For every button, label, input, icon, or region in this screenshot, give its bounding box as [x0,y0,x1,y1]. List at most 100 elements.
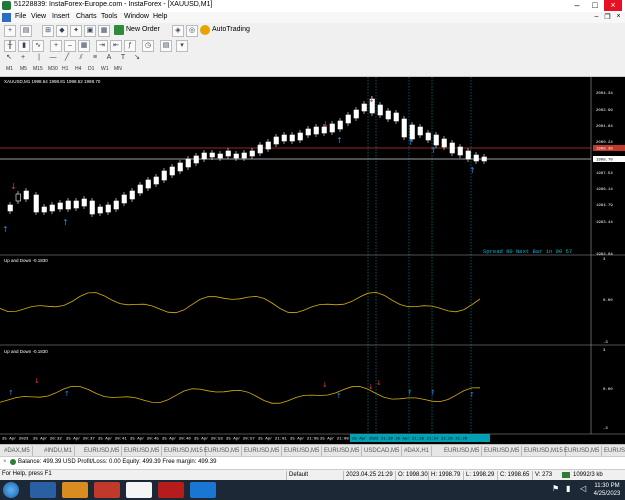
timeframe-m5[interactable]: M5 [20,66,27,72]
chart-tab[interactable]: EURUSD,M15 [522,446,566,456]
sell-arrow-icon: ↓ [368,383,374,391]
crosshair-icon[interactable]: + [18,53,28,63]
taskbar-explorer-icon[interactable] [62,482,88,498]
chart-tab[interactable]: EURUSD,M5 [442,446,483,456]
timeframe-m15[interactable]: M15 [33,66,43,72]
metaeditor-icon[interactable]: ◈ [172,25,184,37]
templates-icon[interactable]: ▤ [160,40,172,52]
main-chart-pane[interactable]: XAUUSD,M1 1998.64 1998.81 1998.52 1998.7… [0,77,591,434]
indicators-icon[interactable]: ƒ [124,40,136,52]
start-button[interactable] [3,482,19,498]
menu-file[interactable]: File [15,13,26,20]
chart-tab[interactable]: EURUSD,M5 [602,446,625,456]
timeframe-d1[interactable]: D1 [88,66,94,72]
data-window-icon[interactable]: ◆ [56,25,68,37]
autoscroll-icon[interactable]: ⇥ [96,40,108,52]
options-icon[interactable]: ◎ [186,25,198,37]
sell-arrow-icon: ↓ [10,182,17,191]
mdi-restore-icon[interactable]: ❐ [603,13,612,22]
status-profile[interactable]: Default [286,471,308,480]
taskbar-ie-icon[interactable] [30,482,56,498]
market-watch-icon[interactable]: ⊞ [42,25,54,37]
menu-view[interactable]: View [31,13,46,20]
chart-tab[interactable]: EURUSD,M15 [162,446,206,456]
close-button[interactable]: × [604,0,622,11]
indicator1-pane[interactable]: Up and Down -0.1830 [0,258,481,314]
taskbar-media-icon[interactable] [126,482,152,498]
periods-icon[interactable]: ◷ [142,40,154,52]
terminal-close-icon[interactable]: × [3,459,7,465]
timeframe-h1[interactable]: H1 [62,66,68,72]
price-tick: 1993.44 [596,221,613,225]
tester-icon[interactable]: ▦ [98,25,110,37]
zoom-in-icon[interactable]: + [50,40,62,52]
chart-tab[interactable]: #DAX,H1 [402,446,433,456]
navigator-icon[interactable]: ✦ [70,25,82,37]
chart-tab[interactable]: EURUSD,M5 [482,446,523,456]
chart-tab[interactable]: USDCAD,M5 [362,446,403,456]
menu-help[interactable]: Help [153,13,167,20]
terminal-icon[interactable]: ▣ [84,25,96,37]
new-order-icon[interactable] [114,25,124,35]
timeframe-m30[interactable]: M30 [48,66,58,72]
autotrading-button[interactable]: AutoTrading [212,26,250,33]
autotrading-icon[interactable] [200,25,210,35]
trendline-icon[interactable]: ╱ [62,53,72,63]
cursor-icon[interactable]: ↖ [4,53,14,63]
channel-icon[interactable]: ⫽ [76,53,86,63]
timeframe-mn[interactable]: MN [114,66,122,72]
tile-windows-icon[interactable]: ▦ [78,40,90,52]
price-tick: 2001.64 [596,125,613,129]
minimize-button[interactable]: – [568,0,586,11]
buy-arrow-icon: ↑ [469,391,475,399]
timeframe-w1[interactable]: W1 [101,66,109,72]
chart-tab[interactable]: EURUSD,M5 [122,446,163,456]
chart-tab[interactable]: EURUSD,M5 [82,446,123,456]
chart-tab[interactable]: EURUSD,M5 [242,446,283,456]
taskbar-instaforex-icon[interactable] [158,482,184,498]
fibonacci-icon[interactable]: ≡ [90,53,100,63]
chart-tab[interactable]: EURUSD,M5 [202,446,243,456]
indicator2-pane[interactable]: Up and Down -0.1830 ↑↓↑↓↑↓ ↓↑ ↑ ↑ [0,349,481,404]
clock-date[interactable]: 4/25/2023 [592,491,622,497]
bar-chart-icon[interactable]: ╫ [4,40,16,52]
taskbar-chrome-icon[interactable] [94,482,120,498]
arrows-icon[interactable]: ↘ [132,53,142,63]
mdi-close-icon[interactable]: × [614,13,623,22]
tray-volume-icon[interactable]: ◁ [580,484,586,493]
chart-tab[interactable]: EURUSD,M5 [322,446,363,456]
line-chart-icon[interactable]: ∿ [32,40,44,52]
candle [33,194,39,213]
mdi-minimize-icon[interactable]: – [592,13,601,22]
clock-time[interactable]: 11:30 PM [592,483,622,489]
chart-tab[interactable]: EURUSD,M5 [282,446,323,456]
chart-tab[interactable]: EURUSD,M5 [562,446,603,456]
label-icon[interactable]: T [118,53,128,63]
candlestick-icon[interactable]: ▮ [18,40,30,52]
menu-tools[interactable]: Tools [101,13,117,20]
timeframe-h4[interactable]: H4 [75,66,81,72]
templates-dropdown-icon[interactable]: ▾ [176,40,188,52]
chart-tab[interactable]: #INDU,M1 [42,446,76,456]
timeframe-m1[interactable]: M1 [6,66,13,72]
maximize-button[interactable]: □ [586,0,604,11]
profiles-icon[interactable]: ▤ [20,25,32,37]
menu-window[interactable]: Window [124,13,149,20]
candle [305,128,311,136]
text-icon[interactable]: A [104,53,114,63]
menu-insert[interactable]: Insert [52,13,70,20]
candle [113,200,119,210]
menu-charts[interactable]: Charts [76,13,97,20]
tray-flag-icon[interactable]: ⚑ [552,484,559,493]
new-order-button[interactable]: New Order [126,26,160,33]
indicator2-tick-top: 3 [603,349,606,353]
tray-network-icon[interactable]: ▮ [566,484,570,493]
horizontal-line-icon[interactable]: — [48,53,58,63]
chart-shift-icon[interactable]: ⇤ [110,40,122,52]
new-chart-icon[interactable]: + [4,25,16,37]
chart-tab[interactable]: #DAX,M5 [2,446,33,456]
vertical-line-icon[interactable]: | [34,53,44,63]
chart-window[interactable]: XAUUSD,M1 1998.64 1998.81 1998.52 1998.7… [0,77,625,444]
zoom-out-icon[interactable]: – [64,40,76,52]
taskbar-app-icon[interactable] [190,482,216,498]
